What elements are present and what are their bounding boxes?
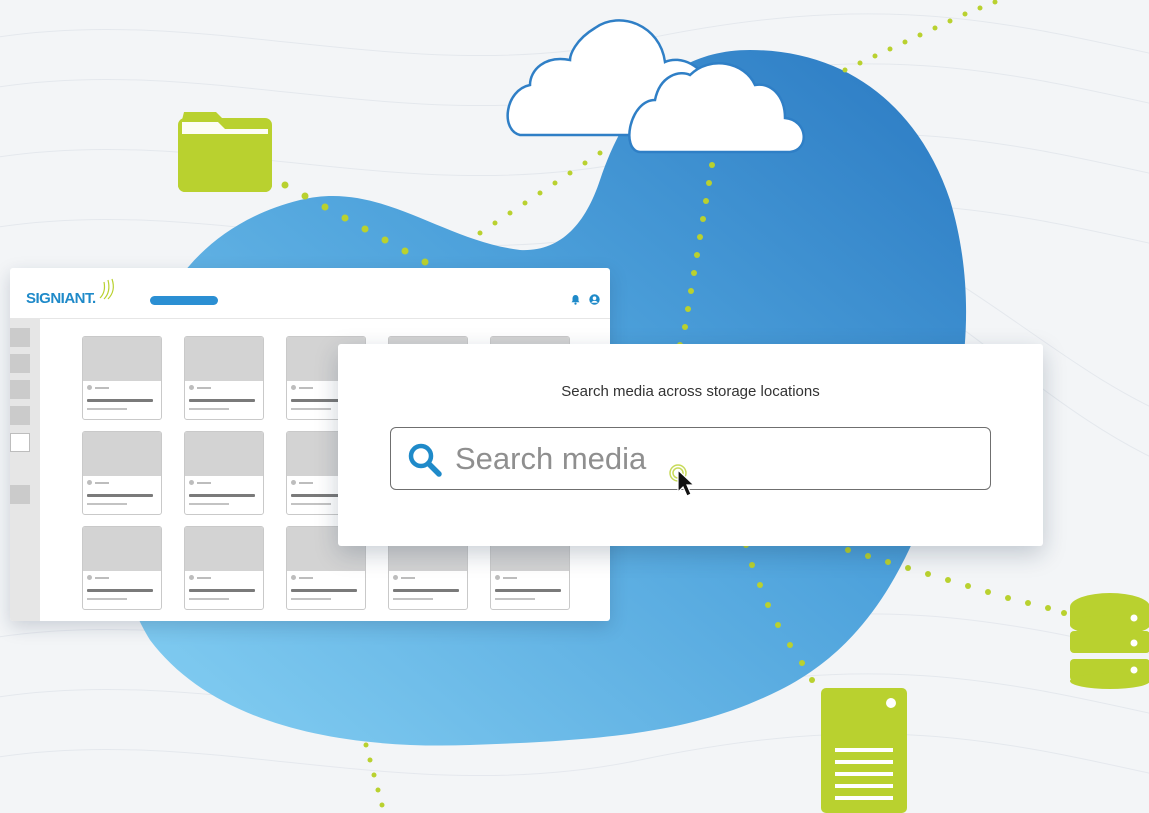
folder-icon	[178, 112, 272, 192]
media-card[interactable]	[82, 431, 162, 515]
sidebar-item[interactable]	[10, 380, 30, 399]
search-box[interactable]	[390, 427, 991, 497]
search-caption: Search media across storage locations	[561, 383, 820, 400]
media-card[interactable]	[82, 526, 162, 610]
sidebar-item[interactable]	[10, 406, 30, 425]
sidebar-item-active[interactable]	[10, 433, 30, 452]
app-header: SIGNIANT.	[10, 268, 610, 319]
database-icon	[1070, 593, 1149, 689]
nav-pill[interactable]	[150, 296, 218, 305]
server-icon	[821, 688, 907, 813]
signiant-logo: SIGNIANT.	[26, 290, 96, 307]
media-card[interactable]	[184, 431, 264, 515]
search-input[interactable]	[455, 440, 965, 478]
media-card[interactable]	[184, 336, 264, 420]
user-icon[interactable]	[589, 294, 600, 305]
sidebar-item[interactable]	[10, 328, 30, 347]
pointer-cursor-icon	[669, 464, 696, 497]
search-panel: Search media across storage locations	[338, 344, 1043, 546]
sidebar	[10, 319, 40, 621]
sidebar-item[interactable]	[10, 485, 30, 504]
logo-text: SIGNIANT	[26, 290, 93, 307]
search-icon[interactable]	[407, 442, 443, 478]
media-card[interactable]	[82, 336, 162, 420]
logo-signal-icon	[99, 278, 114, 300]
sidebar-item[interactable]	[10, 354, 30, 373]
logo-trademark: .	[92, 290, 96, 307]
media-card[interactable]	[184, 526, 264, 610]
bell-icon[interactable]	[570, 294, 581, 305]
